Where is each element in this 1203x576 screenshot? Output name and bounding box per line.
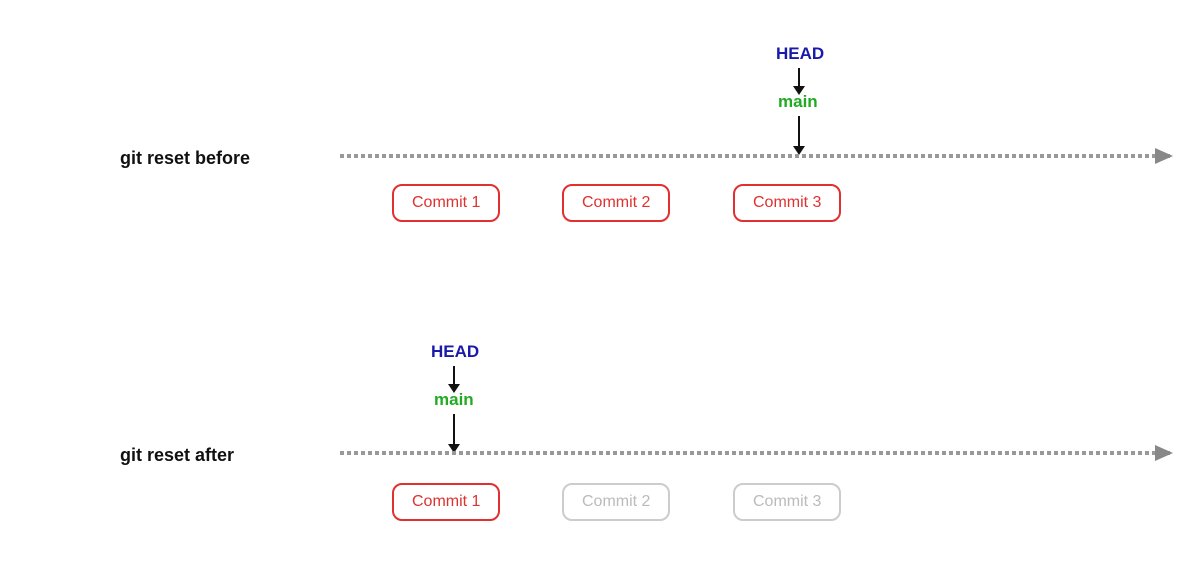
before-head-label: HEAD: [776, 44, 824, 64]
after-main-label: main: [434, 390, 474, 410]
after-head-arrow: [448, 366, 460, 393]
before-commit-3: Commit 3: [733, 184, 841, 222]
before-main-arrow: [793, 116, 805, 155]
after-head-label: HEAD: [431, 342, 479, 362]
after-timeline: [340, 450, 1173, 456]
after-commit-3: Commit 3: [733, 483, 841, 521]
before-commit-1: Commit 1: [392, 184, 500, 222]
before-main-label: main: [778, 92, 818, 112]
before-head-arrow: [793, 68, 805, 95]
after-commit-2: Commit 2: [562, 483, 670, 521]
after-label: git reset after: [120, 445, 234, 466]
before-timeline: [340, 153, 1173, 159]
diagram-container: git reset before HEAD main Commit 1 Comm…: [0, 0, 1203, 576]
before-label: git reset before: [120, 148, 250, 169]
after-commit-1: Commit 1: [392, 483, 500, 521]
before-commit-2: Commit 2: [562, 184, 670, 222]
after-main-arrow: [448, 414, 460, 453]
